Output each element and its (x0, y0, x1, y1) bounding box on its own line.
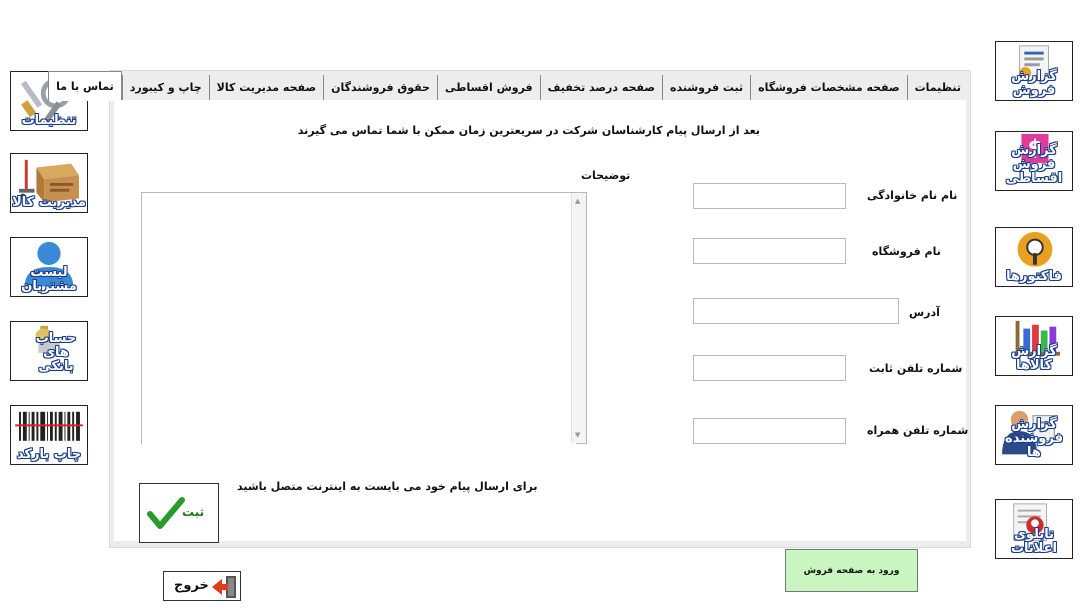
name-label: نام نام خانوادگی (867, 189, 958, 202)
sales-report-button[interactable]: گزارش فروش (995, 41, 1073, 101)
sellers-report-button[interactable]: گزارش فروشنده ها (995, 405, 1073, 465)
exit-label: خروج (174, 578, 209, 593)
tab-product-management[interactable]: صفحه مدیریت کالا (208, 75, 323, 101)
tab-register-seller[interactable]: ثبت فروشنده (661, 75, 750, 101)
products-report-label: گزارش کالاها (1011, 344, 1057, 373)
enter-sales-page-button[interactable]: ورود به صفحه فروش (785, 549, 918, 592)
bank-accounts-button[interactable]: حساب های بانکی (10, 321, 88, 381)
name-field[interactable] (693, 183, 846, 209)
description-scrollbar[interactable]: ▲ ▼ (571, 193, 586, 443)
notice-board-label: تابلوی اعلانات (1010, 527, 1058, 556)
description-box: ▲ ▼ (141, 192, 587, 447)
mobile-field[interactable] (693, 418, 846, 444)
address-field[interactable] (693, 298, 899, 324)
tab-discount-percent[interactable]: صفحه درصد تخفیف (539, 75, 662, 101)
bank-accounts-label: حساب های بانکی (35, 331, 77, 374)
exit-button[interactable]: خروج (163, 571, 241, 601)
main-panel: تنظیمات صفحه مشخصات فروشگاه ثبت فروشنده … (48, 70, 971, 548)
contact-form: بعد از ارسال پیام کارشناسان شرکت در سریع… (114, 100, 969, 543)
description-label: توضیحات (581, 169, 631, 182)
tab-settings[interactable]: تنظیمات (906, 75, 968, 101)
products-report-button[interactable]: گزارش کالاها (995, 316, 1073, 376)
contact-info-text: بعد از ارسال پیام کارشناسان شرکت در سریع… (297, 124, 760, 137)
tab-contact-us[interactable]: تماس با ما (48, 71, 122, 101)
installment-sales-report-label: گزارش فروش اقساطی (1005, 143, 1063, 186)
store-name-field[interactable] (693, 238, 846, 264)
internet-note: برای ارسال پیام خود می بایست به اینترنت … (237, 480, 538, 493)
description-textarea[interactable] (142, 193, 576, 447)
invoices-button[interactable]: فاکتورها (995, 227, 1073, 287)
invoices-label: فاکتورها (1006, 269, 1062, 284)
scroll-up-icon: ▲ (575, 197, 581, 205)
tab-installment-sales[interactable]: فروش اقساطی (436, 75, 540, 101)
product-management-button[interactable]: مدیریت کالا (10, 153, 88, 213)
landline-field[interactable] (693, 355, 846, 381)
submit-label: ثبت (182, 505, 205, 519)
address-label: آدرس (909, 306, 940, 319)
submit-button[interactable]: ثبت (139, 483, 219, 543)
customer-list-button[interactable]: لیست مشتریان (10, 237, 88, 297)
settings-label: تنظیمات (21, 113, 77, 128)
tab-seller-salaries[interactable]: حقوق فروشندگان (323, 75, 437, 101)
tab-bar: تنظیمات صفحه مشخصات فروشگاه ثبت فروشنده … (48, 71, 970, 101)
tab-store-details[interactable]: صفحه مشخصات فروشگاه (750, 75, 906, 101)
checkmark-icon (147, 497, 185, 529)
print-barcode-label: چاپ بارکد (16, 447, 82, 462)
notice-board-button[interactable]: تابلوی اعلانات (995, 499, 1073, 559)
landline-label: شماره تلفن ثابت (869, 362, 963, 375)
scroll-down-icon: ▼ (575, 431, 581, 439)
installment-sales-report-button[interactable]: $ گزارش فروش اقساطی (995, 131, 1073, 191)
sellers-report-label: گزارش فروشنده ها (1005, 417, 1063, 460)
mobile-label: شماره تلفن همراه (867, 424, 969, 437)
tab-print-keyboard[interactable]: چاپ و کیبورد (121, 75, 209, 101)
print-barcode-button[interactable]: چاپ بارکد (10, 405, 88, 465)
sales-report-label: گزارش فروش (1011, 69, 1057, 98)
store-name-label: نام فروشگاه (872, 245, 941, 258)
exit-door-icon (212, 576, 236, 598)
product-management-label: مدیریت کالا (12, 195, 86, 210)
customer-list-label: لیست مشتریان (21, 265, 77, 294)
